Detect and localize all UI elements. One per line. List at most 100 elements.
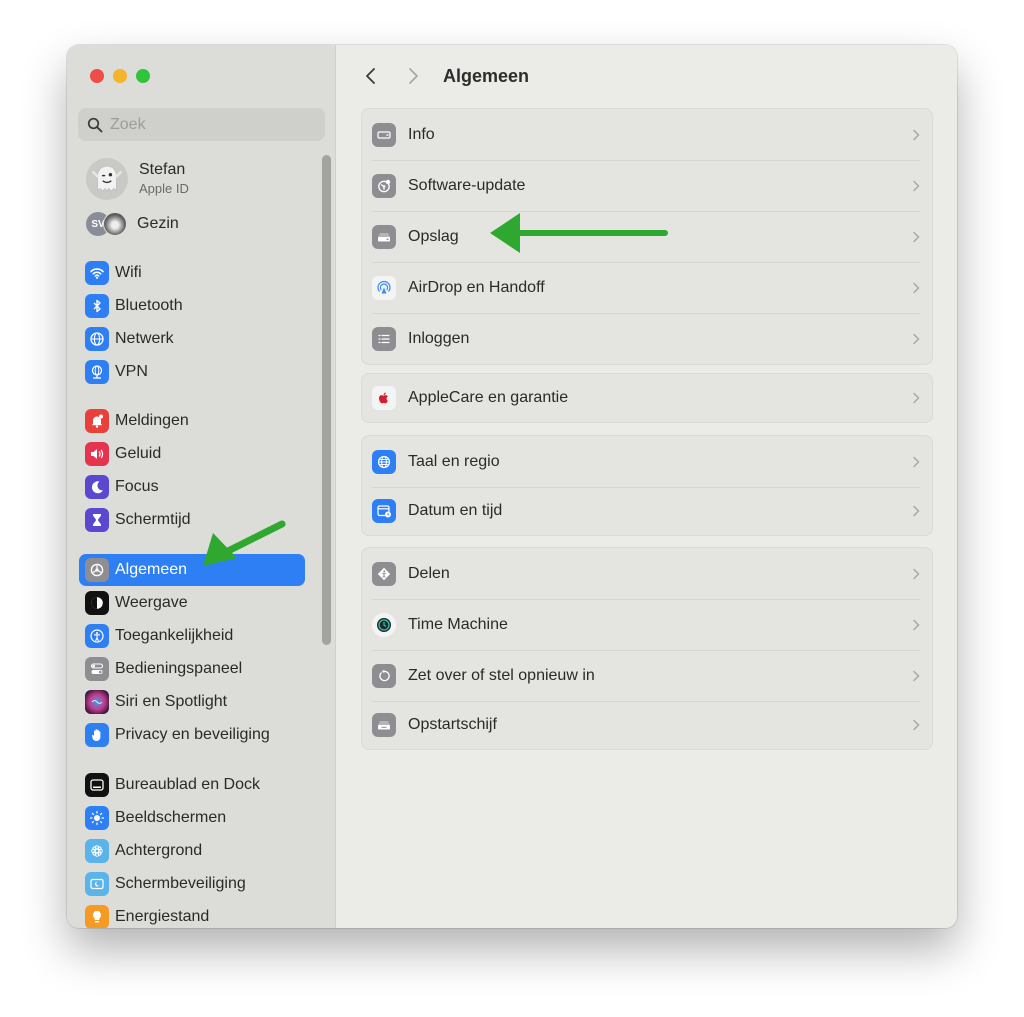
row-label: Taal en regio — [408, 452, 500, 470]
row-label: Inloggen — [408, 329, 470, 347]
sidebar-item-toegankelijkheid[interactable]: Toegankelijkheid — [79, 620, 305, 652]
row-inloggen[interactable]: Inloggen — [362, 313, 932, 364]
chevron-right-icon — [913, 670, 920, 681]
family-label: Gezin — [137, 215, 179, 232]
settings-group-general: Info Software-update Opslag AirDrop en H… — [361, 108, 933, 365]
sidebar-item-label: Bluetooth — [115, 297, 183, 314]
row-delen[interactable]: Delen — [362, 548, 932, 599]
sidebar-item-netwerk[interactable]: Netwerk — [79, 323, 305, 355]
back-button[interactable] — [359, 64, 383, 88]
sidebar-item-privacy-en-beveiliging[interactable]: Privacy en beveiliging — [79, 719, 305, 751]
profile-subtitle: Apple ID — [139, 181, 189, 196]
sidebar-item-label: Schermtijd — [115, 511, 191, 528]
sidebar-item-meldingen[interactable]: Meldingen — [79, 405, 305, 437]
row-label: Delen — [408, 564, 450, 582]
wallpaper-icon — [85, 839, 109, 863]
settings-group-applecare: AppleCare en garantie — [361, 373, 933, 423]
sidebar-scrollbar[interactable] — [322, 155, 331, 645]
sidebar-item-achtergrond[interactable]: Achtergrond — [79, 835, 305, 867]
sidebar-item-weergave[interactable]: Weergave — [79, 587, 305, 619]
sidebar-item-algemeen[interactable]: Algemeen — [79, 554, 305, 586]
row-info[interactable]: Info — [362, 109, 932, 160]
sidebar-item-bureaublad-en-dock[interactable]: Bureaublad en Dock — [79, 769, 305, 801]
startup-disk-icon — [372, 713, 396, 737]
settings-group-sharing-system: Delen Time Machine Zet over of stel opni… — [361, 547, 933, 750]
settings-group-language-date: Taal en regio Datum en tijd — [361, 435, 933, 536]
lightbulb-icon — [85, 905, 109, 928]
sidebar-item-bluetooth[interactable]: Bluetooth — [79, 290, 305, 322]
ghost-avatar-icon — [86, 158, 128, 200]
row-label: AirDrop en Handoff — [408, 278, 545, 296]
sidebar-item-siri-en-spotlight[interactable]: Siri en Spotlight — [79, 686, 305, 718]
row-label: Opstartschijf — [408, 716, 497, 733]
page-title: Algemeen — [443, 65, 530, 86]
vpn-icon — [85, 360, 109, 384]
storage-icon — [372, 224, 396, 249]
search-input[interactable] — [110, 115, 310, 134]
appearance-icon — [85, 591, 109, 615]
sidebar-item-focus[interactable]: Focus — [79, 471, 305, 503]
search-field[interactable] — [78, 108, 325, 141]
sidebar-item-geluid[interactable]: Geluid — [79, 438, 305, 470]
siri-icon — [85, 690, 109, 714]
row-opstartschijf[interactable]: Opstartschijf — [362, 701, 932, 749]
chevron-right-icon — [913, 231, 920, 242]
dock-icon — [85, 773, 109, 797]
sidebar-item-label: Netwerk — [115, 330, 174, 347]
row-datum-en-tijd[interactable]: Datum en tijd — [362, 487, 932, 535]
chevron-right-icon — [913, 333, 920, 344]
chevron-right-icon — [913, 719, 920, 731]
row-zet-over-of-stel-opnieuw-in[interactable]: Zet over of stel opnieuw in — [362, 650, 932, 701]
speaker-icon — [85, 442, 109, 466]
sidebar-item-label: Geluid — [115, 445, 162, 462]
row-opslag[interactable]: Opslag — [362, 211, 932, 262]
row-airdrop-en-handoff[interactable]: AirDrop en Handoff — [362, 262, 932, 313]
row-label: AppleCare en garantie — [408, 389, 569, 406]
sidebar-item-energiestand[interactable]: Energiestand — [79, 901, 305, 928]
sidebar-item-beeldschermen[interactable]: Beeldschermen — [79, 802, 305, 834]
sidebar-item-label: Wifi — [115, 264, 142, 281]
chevron-right-icon — [913, 568, 920, 579]
apple-id-profile[interactable]: Stefan Apple ID — [86, 158, 189, 200]
row-time-machine[interactable]: Time Machine — [362, 599, 932, 650]
hand-icon — [85, 723, 109, 747]
sidebar-item-label: Weergave — [115, 594, 188, 611]
sidebar-item-label: Schermbeveiliging — [115, 875, 246, 892]
sidebar-item-wifi[interactable]: Wifi — [79, 257, 305, 289]
window-controls — [90, 69, 150, 83]
family-item[interactable]: SV Gezin — [86, 212, 179, 236]
row-label: Opslag — [408, 227, 459, 245]
time-machine-icon — [372, 612, 396, 637]
row-label: Zet over of stel opnieuw in — [408, 666, 595, 684]
globe-icon — [85, 327, 109, 351]
sidebar-item-vpn[interactable]: VPN — [79, 356, 305, 388]
sidebar-item-schermtijd[interactable]: Schermtijd — [79, 504, 305, 536]
chevron-right-icon — [913, 180, 920, 191]
software-update-icon — [372, 173, 396, 198]
globe-icon — [372, 449, 396, 474]
airdrop-icon — [372, 275, 396, 300]
accessibility-icon — [85, 624, 109, 648]
info-device-icon — [372, 122, 396, 147]
bluetooth-icon — [85, 294, 109, 318]
control-center-icon — [85, 657, 109, 681]
forward-button[interactable] — [401, 64, 425, 88]
row-software-update[interactable]: Software-update — [362, 160, 932, 211]
sidebar-item-schermbeveiliging[interactable]: Schermbeveiliging — [79, 868, 305, 900]
sidebar-item-label: Algemeen — [115, 561, 188, 578]
sharing-icon — [372, 561, 396, 586]
minimize-button[interactable] — [113, 69, 127, 83]
calendar-clock-icon — [372, 499, 396, 523]
row-applecare-en-garantie[interactable]: AppleCare en garantie — [362, 374, 932, 422]
moon-icon — [85, 475, 109, 499]
sidebar-item-label: Toegankelijkheid — [115, 627, 234, 644]
row-taal-en-regio[interactable]: Taal en regio — [362, 436, 932, 487]
chevron-right-icon — [913, 456, 920, 467]
chevron-right-icon — [913, 505, 920, 517]
maximize-button[interactable] — [136, 69, 150, 83]
close-button[interactable] — [90, 69, 104, 83]
sidebar-item-label: Focus — [115, 478, 159, 495]
chevron-right-icon — [913, 129, 920, 140]
sidebar-item-bedieningspaneel[interactable]: Bedieningspaneel — [79, 653, 305, 685]
sidebar-item-label: Siri en Spotlight — [115, 693, 228, 710]
